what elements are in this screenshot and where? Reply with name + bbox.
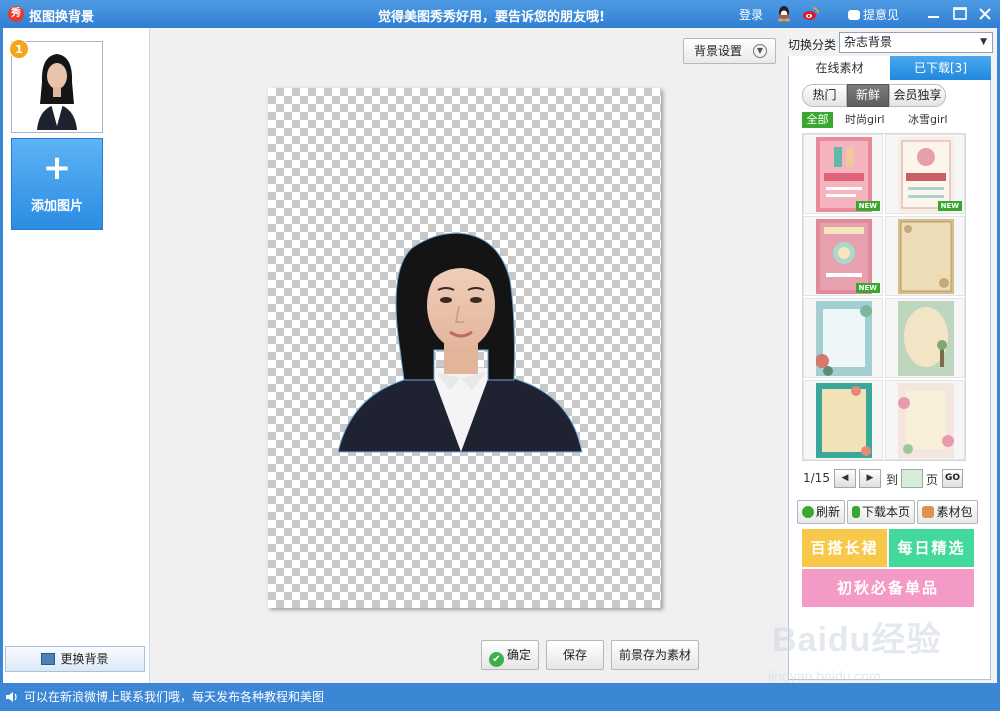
- cutout-portrait[interactable]: [338, 230, 584, 454]
- segment-vip[interactable]: 会员独享: [889, 84, 946, 107]
- watermark-url: jingyan.baidu.com: [768, 668, 881, 684]
- change-background-label: 更换背景: [60, 652, 109, 666]
- qq-icon[interactable]: [776, 5, 792, 22]
- material-item[interactable]: [803, 298, 883, 378]
- plus-icon: +: [42, 148, 72, 188]
- material-pack-label: 素材包: [936, 505, 973, 519]
- segment-hot[interactable]: 热门: [802, 84, 847, 107]
- confirm-button[interactable]: ✔ 确定: [481, 640, 539, 670]
- chevron-down-icon: ▼: [753, 44, 767, 58]
- material-item[interactable]: [885, 298, 965, 378]
- category-value: 杂志背景: [844, 35, 893, 49]
- package-icon: [922, 506, 935, 518]
- next-page-button[interactable]: ▶: [859, 469, 881, 488]
- material-item[interactable]: [885, 216, 965, 296]
- thumbnail-index-badge: 1: [9, 39, 29, 59]
- promo-autumn-items[interactable]: 初秋必备单品: [802, 569, 974, 607]
- speaker-icon: [6, 692, 17, 702]
- status-bar: 可以在新浪微博上联系我们哦，每天发布各种教程和美图: [0, 683, 1000, 711]
- oval-frame-thumbnail: [898, 301, 954, 376]
- material-pack-button[interactable]: 素材包: [917, 500, 978, 524]
- filter-all[interactable]: 全部: [802, 112, 833, 128]
- promo-daily-picks[interactable]: 每日精选: [889, 529, 974, 567]
- page-unit-label: 页: [926, 473, 939, 487]
- minimize-icon[interactable]: [924, 4, 944, 24]
- close-icon[interactable]: [975, 4, 995, 24]
- app-logo-icon: 秀: [8, 6, 24, 22]
- baidu-watermark: Baidu经验 jingyan.baidu.com: [755, 604, 985, 688]
- background-settings-label: 背景设置: [694, 44, 743, 58]
- filter-fashion-girl[interactable]: 时尚girl: [845, 112, 885, 128]
- download-page-label: 下载本页: [861, 505, 910, 519]
- dropdown-arrow-icon: ▼: [980, 37, 987, 47]
- page-number-input[interactable]: [901, 469, 923, 488]
- material-item[interactable]: NEW: [803, 134, 883, 214]
- go-button[interactable]: GO: [942, 469, 963, 488]
- material-grid: NEW NEW NEW: [802, 133, 966, 461]
- new-badge: NEW: [855, 201, 880, 211]
- feedback-icon: [848, 10, 860, 20]
- prev-page-button[interactable]: ◀: [834, 469, 856, 488]
- material-item[interactable]: NEW: [885, 134, 965, 214]
- slogan-text: 觉得美图秀秀好用，要告诉您的朋友哦!: [378, 10, 605, 25]
- feedback-label: 提意见: [863, 8, 900, 22]
- save-button[interactable]: 保存: [546, 640, 604, 670]
- material-item[interactable]: [803, 380, 883, 460]
- title-bar: 秀 抠图换背景 觉得美图秀秀好用，要告诉您的朋友哦! 登录 提意见: [0, 0, 1000, 28]
- material-item[interactable]: NEW: [803, 216, 883, 296]
- category-label: 切换分类: [788, 38, 837, 52]
- category-select[interactable]: 杂志背景 ▼: [839, 32, 993, 53]
- add-image-button[interactable]: + 添加图片: [11, 138, 103, 230]
- add-image-label: 添加图片: [30, 199, 83, 214]
- download-page-button[interactable]: 下载本页: [847, 500, 915, 524]
- refresh-icon: [801, 506, 814, 518]
- refresh-label: 刷新: [815, 505, 840, 519]
- new-badge: NEW: [855, 283, 880, 293]
- rose-frame-thumbnail: [898, 383, 954, 458]
- login-link[interactable]: 登录: [739, 6, 763, 23]
- tab-online-materials[interactable]: 在线素材: [789, 56, 890, 80]
- segment-new[interactable]: 新鲜: [847, 84, 889, 107]
- feedback-link[interactable]: 提意见: [848, 6, 899, 23]
- watermark-main-text: Baidu经验: [772, 621, 942, 659]
- page-indicator: 1/15: [803, 471, 830, 485]
- tab-downloaded[interactable]: 已下载[3]: [890, 56, 991, 80]
- floral-frame-thumbnail: [816, 301, 872, 376]
- save-foreground-as-material-button[interactable]: 前景存为素材: [611, 640, 699, 670]
- change-background-button[interactable]: 更换背景: [5, 646, 145, 672]
- maximize-icon[interactable]: [950, 4, 970, 24]
- download-arrow-icon: [851, 506, 860, 518]
- vintage-paper-thumbnail: [898, 219, 954, 294]
- refresh-button[interactable]: 刷新: [797, 500, 845, 524]
- promo-long-dress[interactable]: 百搭长裙: [802, 529, 887, 567]
- background-settings-button[interactable]: 背景设置 ▼: [683, 38, 776, 64]
- weibo-icon[interactable]: [802, 5, 819, 22]
- checkmark-icon: ✔: [488, 652, 504, 667]
- status-message[interactable]: 可以在新浪微博上联系我们哦，每天发布各种教程和美图: [24, 688, 324, 705]
- new-badge: NEW: [937, 201, 962, 211]
- goto-label: 到: [886, 473, 899, 487]
- confirm-label: 确定: [506, 648, 531, 662]
- picture-icon: [41, 653, 56, 665]
- material-item[interactable]: [885, 380, 965, 460]
- app-title: 抠图换背景: [29, 10, 95, 25]
- filter-ice-girl[interactable]: 冰雪girl: [908, 112, 948, 128]
- teal-frame-thumbnail: [816, 383, 872, 458]
